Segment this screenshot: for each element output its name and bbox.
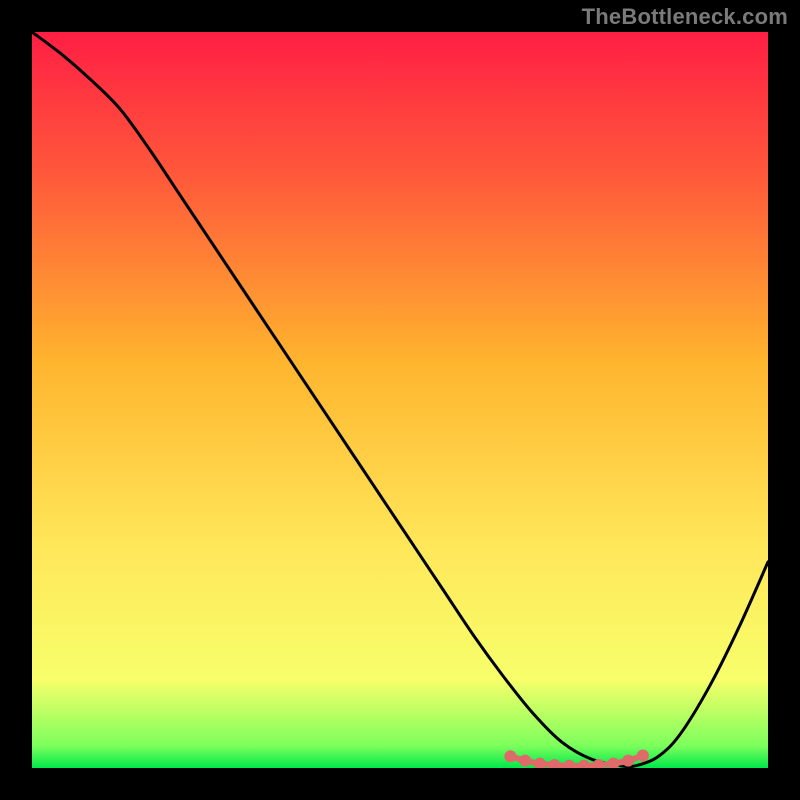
plot-area (32, 32, 768, 768)
bottleneck-zone-marker (519, 755, 531, 767)
chart-frame: TheBottleneck.com (0, 0, 800, 800)
bottleneck-zone-marker (504, 750, 516, 762)
gradient-background (32, 32, 768, 768)
watermark-label: TheBottleneck.com (582, 4, 788, 30)
bottleneck-zone-marker (622, 755, 634, 767)
bottleneck-zone-marker (637, 749, 649, 761)
chart-svg (32, 32, 768, 768)
